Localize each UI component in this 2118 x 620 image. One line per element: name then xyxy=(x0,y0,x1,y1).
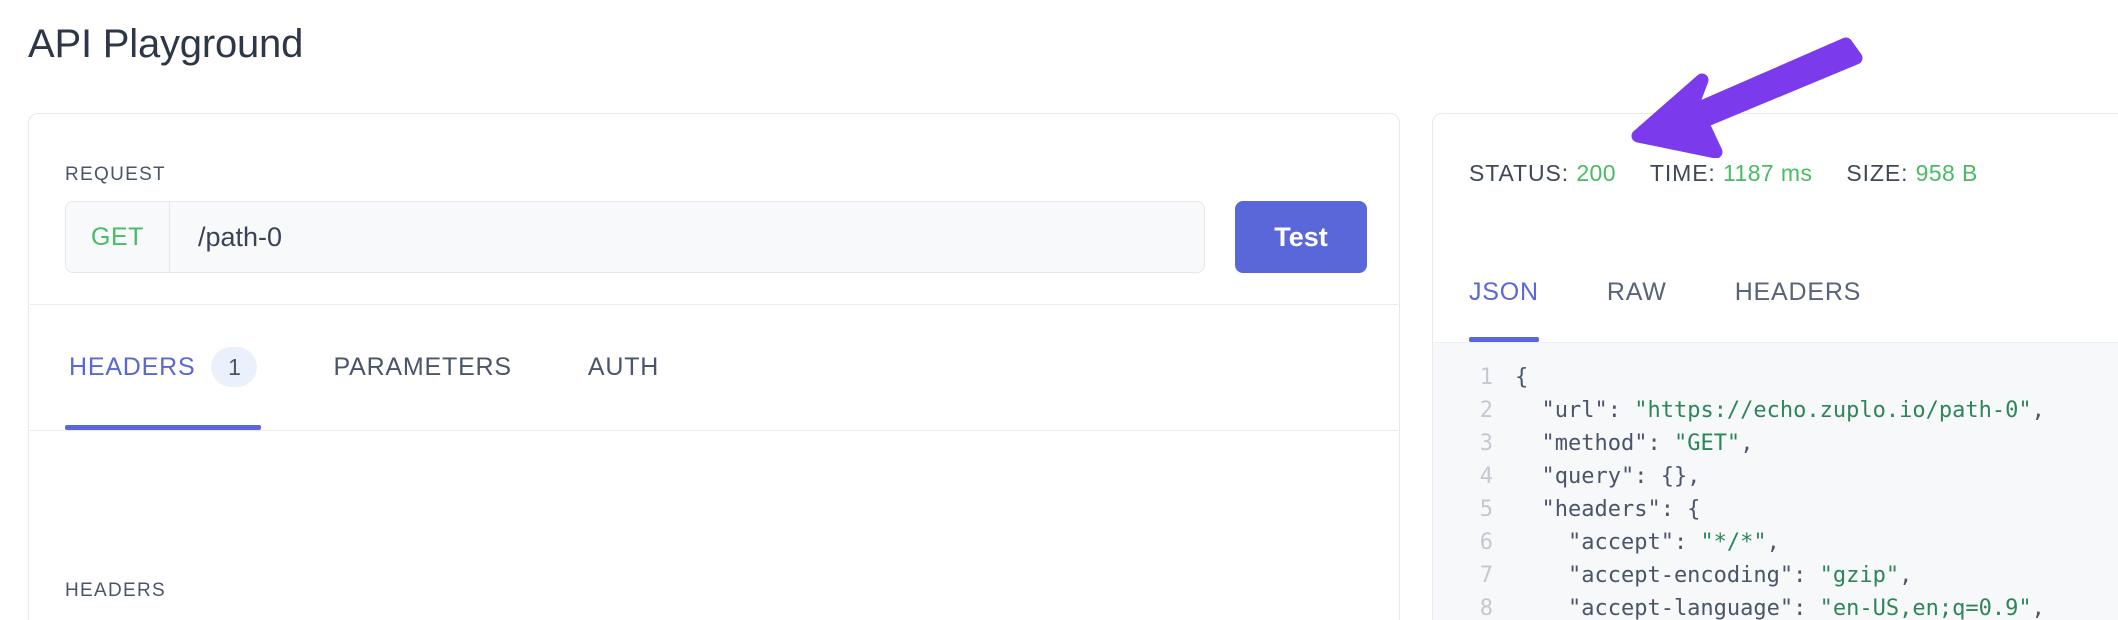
page-title: API Playground xyxy=(28,22,304,66)
code-punct: , xyxy=(2031,398,2045,423)
tab-headers-badge: 1 xyxy=(211,347,258,387)
test-button[interactable]: Test xyxy=(1235,201,1367,273)
status-badge: STATUS: 200 xyxy=(1469,160,1616,187)
code-line: 3 "method": "GET", xyxy=(1433,427,2118,460)
headers-section-label: HEADERS xyxy=(65,580,166,601)
code-string: "https://echo.zuplo.io/path-0" xyxy=(1634,398,2032,423)
tab-response-headers[interactable]: HEADERS xyxy=(1735,242,1861,342)
line-number: 1 xyxy=(1479,365,1493,390)
tab-headers[interactable]: HEADERS 1 xyxy=(65,304,262,430)
code-string: "en-US,en;q=0.9" xyxy=(1819,596,2032,620)
time-label: TIME: xyxy=(1649,160,1716,186)
request-path-input[interactable]: /path-0 xyxy=(170,202,1204,272)
size-label: SIZE: xyxy=(1846,160,1909,186)
code-line: 7 "accept-encoding": "gzip", xyxy=(1433,559,2118,592)
line-number: 2 xyxy=(1479,398,1493,423)
code-line: 1{ xyxy=(1433,361,2118,394)
code-line: 5 "headers": { xyxy=(1433,493,2118,526)
code-text: "accept": xyxy=(1515,530,1701,555)
tab-headers-label: HEADERS xyxy=(69,352,196,381)
line-number: 4 xyxy=(1479,464,1493,489)
code-text: "headers": { xyxy=(1515,497,1701,522)
line-number: 6 xyxy=(1479,530,1493,555)
tab-auth[interactable]: AUTH xyxy=(584,304,663,430)
response-status-bar: STATUS: 200 TIME: 1187 ms SIZE: 958 B xyxy=(1469,160,1978,187)
code-text: "method": xyxy=(1515,431,1674,456)
url-field-group[interactable]: GET /path-0 xyxy=(65,201,1205,273)
tab-raw[interactable]: RAW xyxy=(1607,242,1667,342)
time-value: 1187 ms xyxy=(1723,160,1813,186)
line-number: 5 xyxy=(1479,497,1493,522)
json-response-viewer[interactable]: 1{2 "url": "https://echo.zuplo.io/path-0… xyxy=(1433,342,2118,620)
tab-parameters-label: PARAMETERS xyxy=(333,352,512,381)
code-punct: , xyxy=(2031,596,2045,620)
code-text: "accept-language": xyxy=(1515,596,1820,620)
response-panel: STATUS: 200 TIME: 1187 ms SIZE: 958 B JS… xyxy=(1432,113,2118,620)
code-punct: , xyxy=(1740,431,1754,456)
code-string: "GET" xyxy=(1673,431,1741,456)
line-number: 3 xyxy=(1479,431,1493,456)
tab-auth-label: AUTH xyxy=(587,352,660,381)
code-punct: , xyxy=(1766,530,1780,555)
tab-json[interactable]: JSON xyxy=(1469,242,1539,342)
status-label: STATUS: xyxy=(1469,160,1570,186)
code-text: "url": xyxy=(1515,398,1635,423)
response-tabs: JSON RAW HEADERS xyxy=(1469,242,1861,342)
code-line: 4 "query": {}, xyxy=(1433,460,2118,493)
request-divider-bottom xyxy=(30,430,1398,431)
code-string: "*/*" xyxy=(1700,530,1767,555)
size-badge: SIZE: 958 B xyxy=(1846,160,1977,187)
request-section-label: REQUEST xyxy=(65,164,166,185)
request-url-row: GET /path-0 Test xyxy=(65,201,1367,273)
size-value: 958 B xyxy=(1915,160,1978,186)
line-number: 7 xyxy=(1479,563,1493,588)
http-method-select[interactable]: GET xyxy=(66,202,170,272)
code-string: "gzip" xyxy=(1819,563,1900,588)
code-line: 8 "accept-language": "en-US,en;q=0.9", xyxy=(1433,592,2118,620)
time-badge: TIME: 1187 ms xyxy=(1650,160,1812,187)
code-line: 2 "url": "https://echo.zuplo.io/path-0", xyxy=(1433,394,2118,427)
status-value: 200 xyxy=(1576,160,1616,186)
code-punct: , xyxy=(1899,563,1913,588)
tab-parameters[interactable]: PARAMETERS xyxy=(329,304,515,430)
line-number: 8 xyxy=(1479,596,1493,620)
code-line: 6 "accept": "*/*", xyxy=(1433,526,2118,559)
request-panel: REQUEST GET /path-0 Test HEADERS 1 PARAM… xyxy=(28,113,1400,620)
code-text: "accept-encoding": xyxy=(1515,563,1820,588)
request-tabs: HEADERS 1 PARAMETERS AUTH xyxy=(65,304,663,430)
code-text: { xyxy=(1515,365,1529,390)
code-text: "query": {}, xyxy=(1515,464,1701,489)
api-playground-screen: API Playground REQUEST GET /path-0 Test … xyxy=(0,0,2118,620)
